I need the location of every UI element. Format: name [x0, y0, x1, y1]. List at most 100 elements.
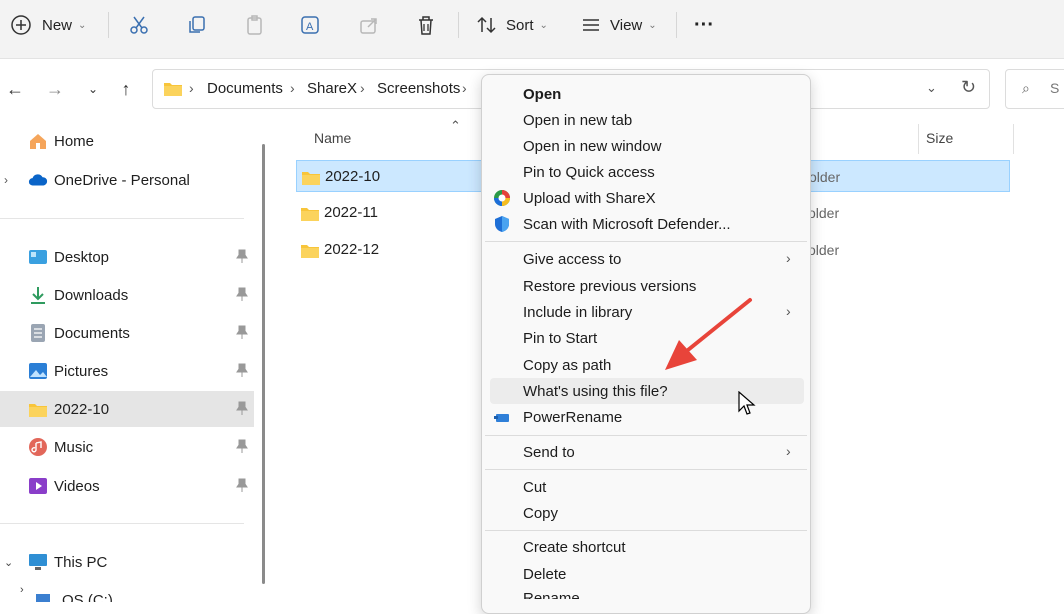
file-type: older [809, 169, 841, 185]
breadcrumb-item-sharex[interactable]: ShareX [307, 80, 357, 97]
menu-item-label: Include in library [523, 303, 633, 321]
column-divider[interactable] [918, 124, 919, 154]
breadcrumb-chevron-icon: › [360, 80, 365, 96]
menu-item-open-new-window[interactable]: Open in new window [490, 133, 804, 159]
sidebar-item-onedrive[interactable]: › OneDrive - Personal [0, 162, 254, 198]
search-placeholder: S [1050, 80, 1060, 96]
menu-item-pin-quick-access[interactable]: Pin to Quick access [490, 159, 804, 185]
menu-item-copy[interactable]: Copy [490, 500, 804, 526]
column-header-name[interactable]: Name [314, 130, 351, 146]
chevron-down-icon: ⌄ [539, 19, 548, 31]
file-name: 2022-12 [324, 241, 380, 258]
menu-item-upload-sharex[interactable]: Upload with ShareX [490, 185, 804, 211]
toolbar-divider [458, 12, 459, 38]
file-name: 2022-10 [325, 168, 381, 185]
file-type: older [808, 205, 840, 221]
expand-chevron-icon[interactable]: › [20, 584, 24, 596]
new-button[interactable]: New ⌄ [10, 10, 86, 40]
expand-chevron-icon[interactable]: ⌄ [4, 556, 13, 569]
menu-item-create-shortcut[interactable]: Create shortcut [490, 534, 804, 560]
menu-item-label: Give access to [523, 250, 622, 268]
view-label: View [610, 16, 643, 34]
menu-item-send-to[interactable]: Send to › [490, 439, 804, 465]
mouse-cursor-icon [738, 391, 756, 415]
pin-icon[interactable] [236, 363, 248, 377]
menu-item-label: Upload with ShareX [523, 189, 656, 207]
pin-icon[interactable] [236, 478, 248, 492]
pin-icon[interactable] [236, 439, 248, 453]
folder-icon [301, 245, 319, 258]
menu-item-label: Copy as path [523, 356, 612, 374]
plus-circle-icon [11, 15, 31, 35]
recent-locations-chevron-icon[interactable]: ⌄ [82, 78, 104, 100]
pin-icon[interactable] [236, 401, 248, 415]
sort-icon [477, 16, 496, 34]
search-box[interactable]: ⌕ S [1005, 69, 1064, 109]
sidebar-item-desktop[interactable]: Desktop [0, 239, 254, 275]
view-button[interactable]: View ⌄ [580, 10, 657, 40]
drive-icon [36, 594, 50, 602]
sidebar-item-os-drive[interactable]: › OS (C:) [0, 582, 254, 602]
menu-item-label: Send to [523, 443, 575, 461]
sidebar-item-label: Pictures [54, 362, 109, 380]
sidebar-item-downloads[interactable]: Downloads [0, 277, 254, 313]
menu-item-rename[interactable]: Rename [490, 588, 804, 599]
paste-button[interactable] [244, 10, 266, 40]
breadcrumb-item-documents[interactable]: Documents [207, 80, 283, 97]
sidebar-item-pictures[interactable]: Pictures [0, 353, 254, 389]
sort-label: Sort [506, 16, 534, 34]
back-arrow-icon[interactable]: ← [4, 78, 26, 100]
menu-separator [485, 435, 807, 436]
menu-item-delete[interactable]: Delete [490, 561, 804, 587]
document-icon [28, 323, 48, 343]
menu-item-label: Create shortcut [523, 538, 626, 556]
sidebar-item-2022-10[interactable]: 2022-10 [0, 391, 254, 427]
sidebar-item-documents[interactable]: Documents [0, 315, 254, 351]
scissors-icon [130, 16, 148, 34]
menu-item-open[interactable]: Open [490, 81, 804, 107]
share-button[interactable] [358, 10, 380, 40]
sidebar-item-home[interactable]: Home [0, 123, 254, 159]
sidebar-item-this-pc[interactable]: ⌄ This PC [0, 544, 254, 580]
copy-icon [189, 16, 205, 33]
view-list-icon [583, 19, 599, 31]
video-icon [28, 476, 48, 496]
sidebar-scrollbar[interactable] [262, 144, 265, 584]
menu-item-power-rename[interactable]: PowerRename [490, 404, 804, 430]
sidebar-item-music[interactable]: Music [0, 429, 254, 465]
menu-separator [485, 530, 807, 531]
music-icon [28, 437, 48, 457]
sidebar-divider [0, 523, 244, 524]
computer-icon [28, 552, 48, 572]
menu-item-label: Pin to Start [523, 329, 598, 347]
pin-icon[interactable] [236, 287, 248, 301]
submenu-chevron-icon: › [786, 303, 791, 319]
menu-item-cut[interactable]: Cut [490, 474, 804, 500]
copy-button[interactable] [186, 10, 208, 40]
address-history-chevron-icon[interactable]: ⌄ [926, 80, 937, 96]
breadcrumb-item-screenshots[interactable]: Screenshots [377, 80, 460, 97]
refresh-icon[interactable]: ↻ [961, 77, 976, 98]
sort-button[interactable]: Sort ⌄ [476, 10, 548, 40]
file-type: older [808, 242, 840, 258]
sidebar-item-videos[interactable]: Videos [0, 468, 254, 504]
menu-item-give-access[interactable]: Give access to › [490, 246, 804, 272]
forward-arrow-icon[interactable]: → [44, 78, 66, 100]
sidebar-item-label: Music [54, 438, 94, 456]
column-header-size[interactable]: Size [926, 130, 953, 146]
menu-item-scan-defender[interactable]: Scan with Microsoft Defender... [490, 211, 804, 237]
more-options-button[interactable]: ··· [694, 10, 714, 40]
folder-icon [28, 399, 48, 419]
pin-icon[interactable] [236, 325, 248, 339]
menu-item-open-new-tab[interactable]: Open in new tab [490, 107, 804, 133]
sidebar-divider [0, 218, 244, 219]
up-arrow-icon[interactable]: ↑ [115, 78, 137, 100]
navigation-pane: Home › OneDrive - Personal Desktop Downl… [0, 122, 262, 602]
file-name: 2022-11 [324, 204, 378, 221]
expand-chevron-icon[interactable]: › [4, 173, 8, 187]
delete-button[interactable] [415, 10, 437, 40]
column-divider[interactable] [1013, 124, 1014, 154]
pin-icon[interactable] [236, 249, 248, 263]
rename-button[interactable]: A [300, 10, 322, 40]
cut-button[interactable] [128, 10, 150, 40]
